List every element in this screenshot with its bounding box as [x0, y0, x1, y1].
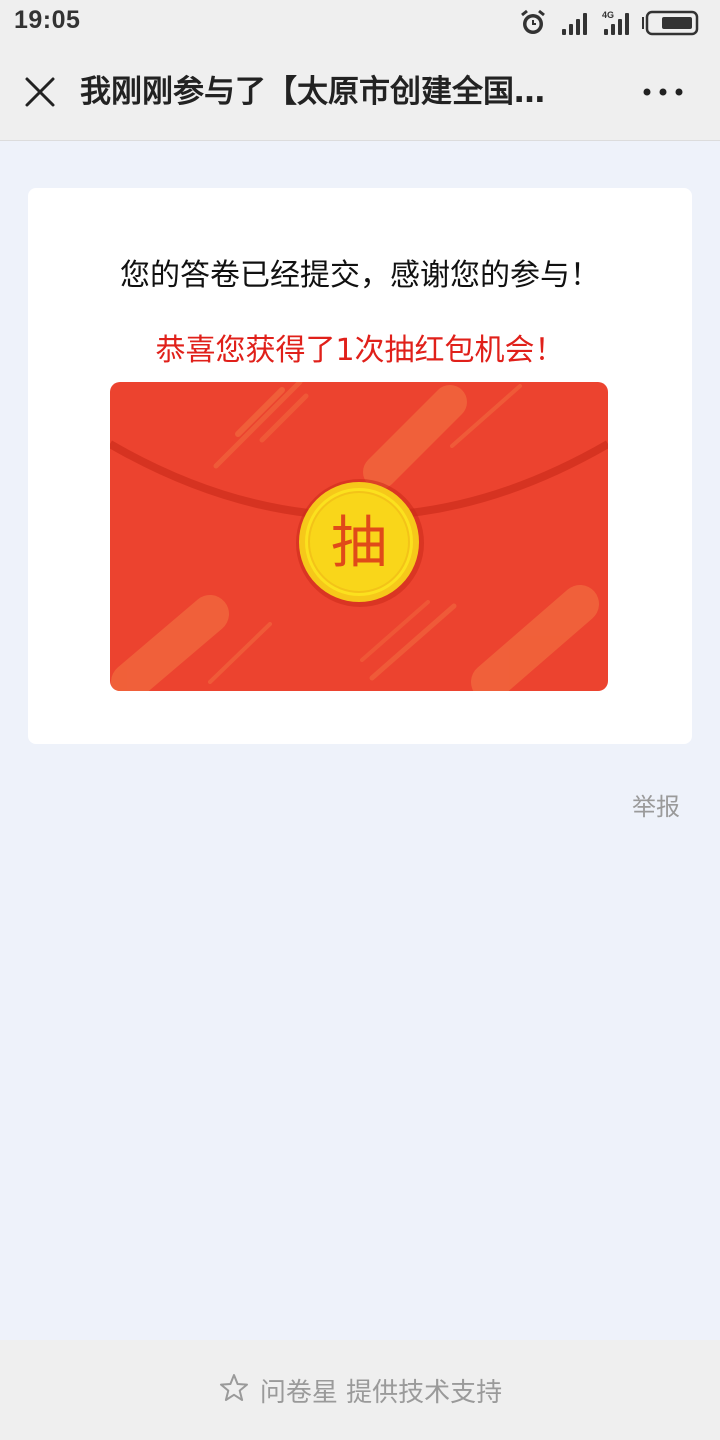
footer: 问卷星 提供技术支持	[0, 1340, 720, 1440]
red-envelope-button[interactable]: 抽	[110, 382, 608, 691]
tech-support-link[interactable]: 问卷星 提供技术支持	[0, 1370, 720, 1410]
close-icon[interactable]	[22, 74, 58, 110]
submitted-message: 您的答卷已经提交，感谢您的参与！	[120, 258, 600, 293]
signal-icon	[562, 13, 587, 35]
star-icon	[218, 1372, 250, 1408]
status-bar: 19:05 4G	[0, 0, 720, 44]
draw-coin[interactable]: 抽	[296, 479, 424, 607]
page-title: 我刚刚参与了【太原市创建全国…	[80, 74, 545, 110]
battery-icon	[642, 10, 699, 36]
status-icons: 4G	[516, 8, 706, 38]
report-link[interactable]: 举报	[632, 787, 680, 822]
nav-bar: 我刚刚参与了【太原市创建全国…	[0, 44, 720, 141]
more-icon[interactable]	[640, 78, 686, 106]
congrats-message: 恭喜您获得了1次抽红包机会！	[155, 333, 565, 368]
tech-support-text: 问卷星 提供技术支持	[259, 1377, 503, 1408]
status-time: 19:05	[14, 6, 81, 34]
alarm-icon	[521, 9, 545, 34]
svg-text:4G: 4G	[602, 10, 614, 20]
result-card: 您的答卷已经提交，感谢您的参与！ 恭喜您获得了1次抽红包机会！ 抽	[28, 188, 692, 744]
signal-4g-icon: 4G	[602, 10, 629, 35]
draw-label: 抽	[331, 511, 387, 576]
